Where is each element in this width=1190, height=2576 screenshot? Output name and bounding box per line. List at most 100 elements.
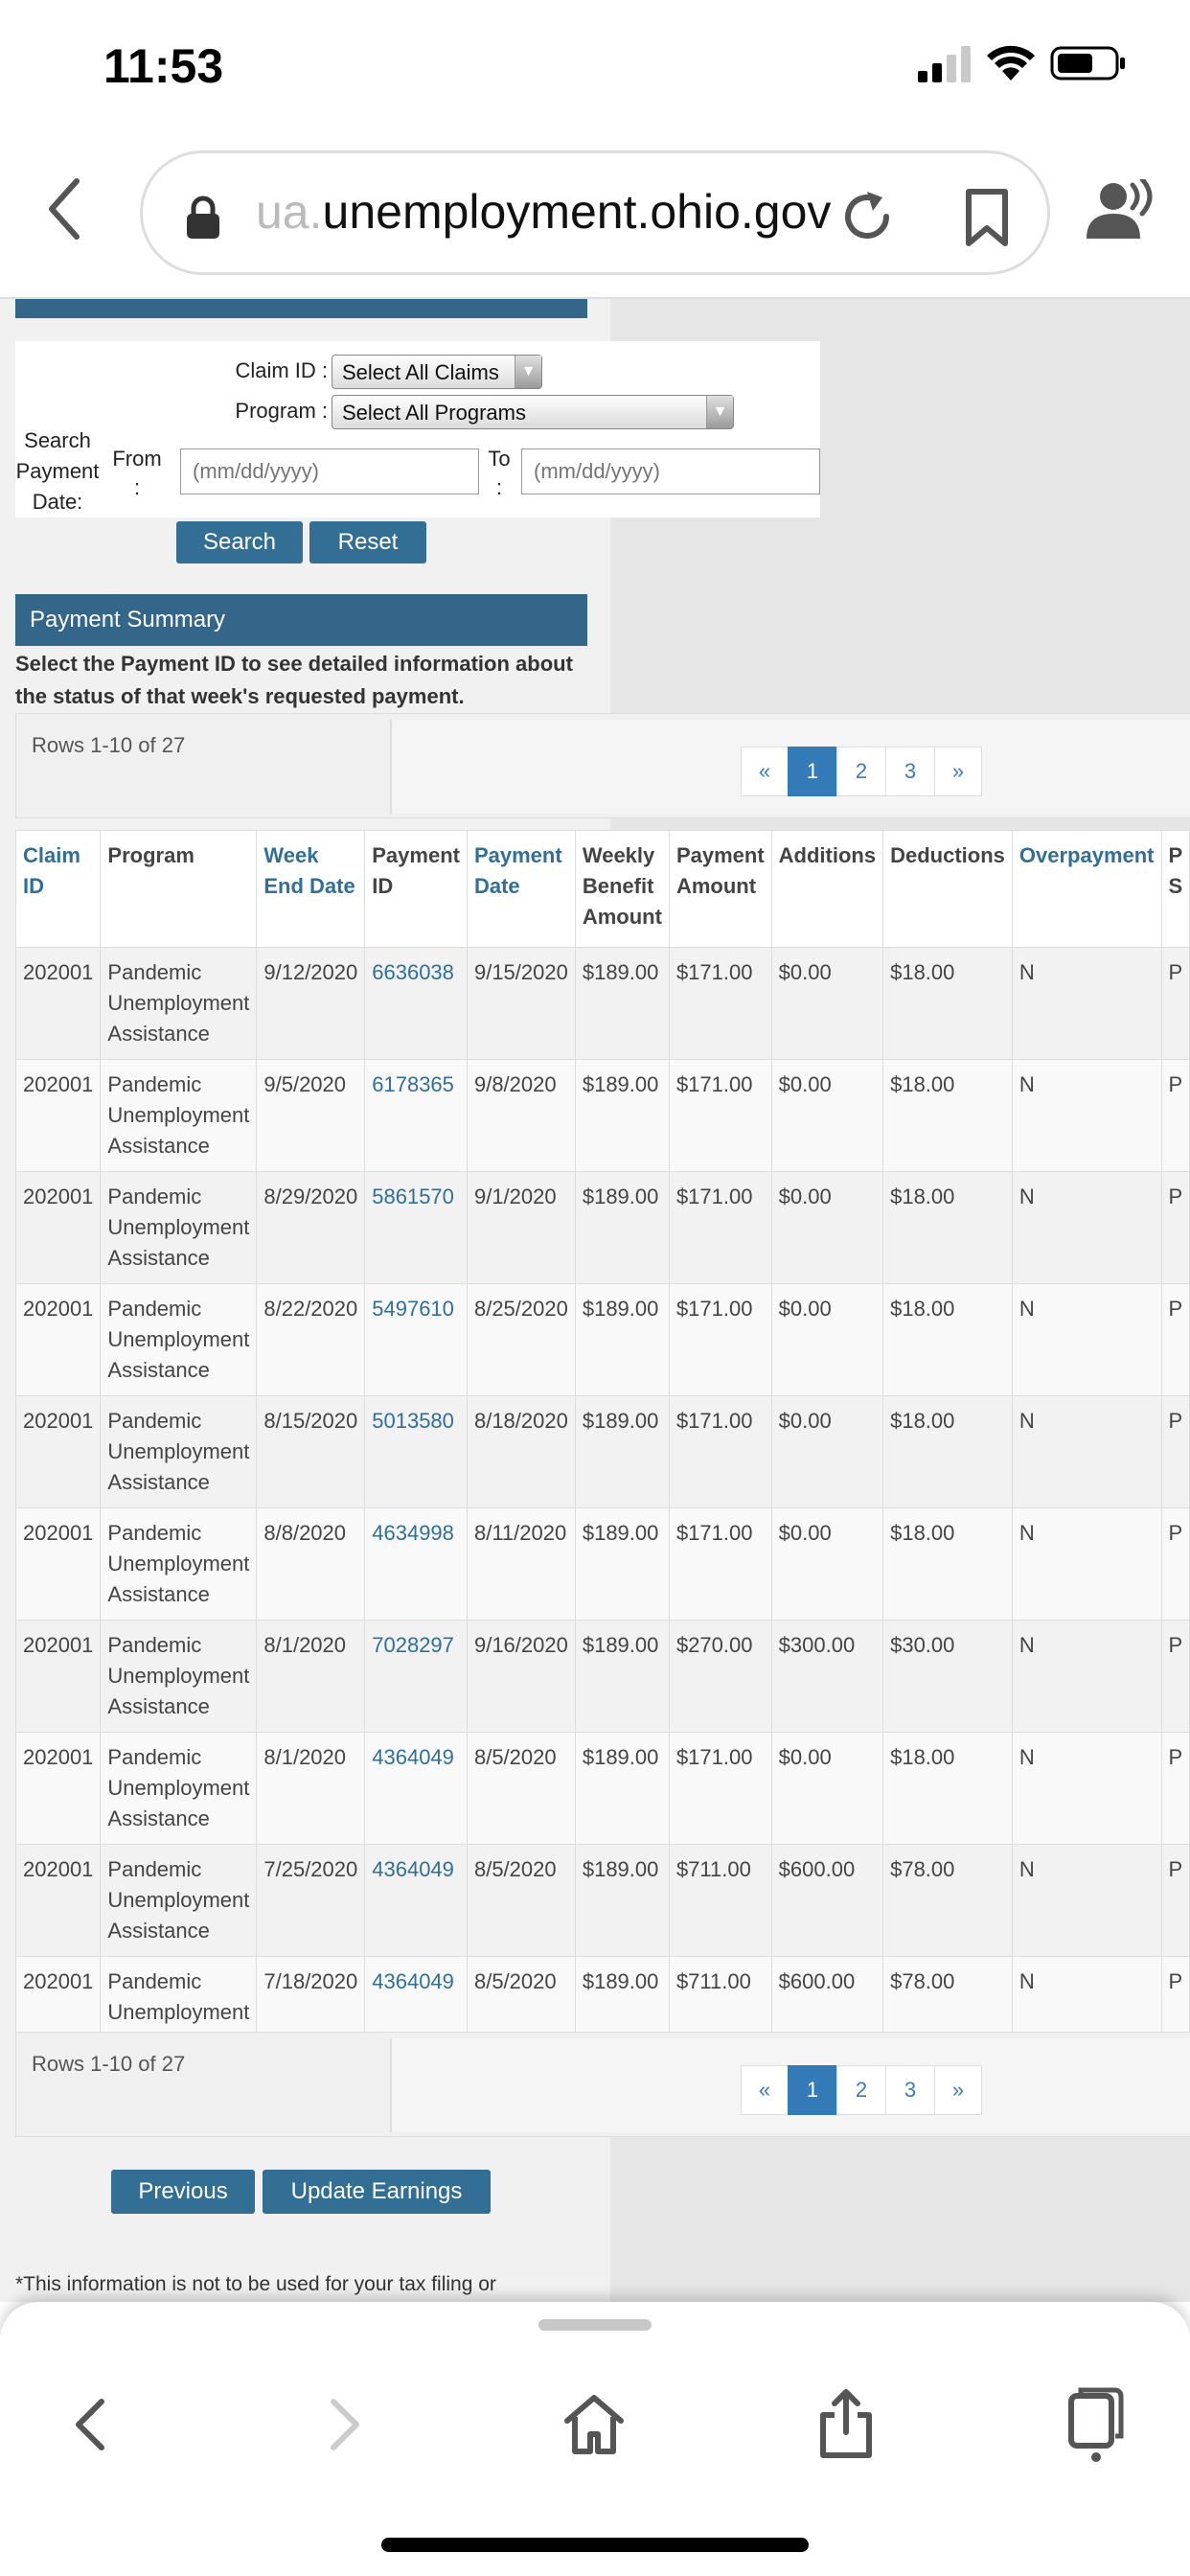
from-date-input[interactable]	[180, 448, 479, 494]
cell-deductions: $18.00	[882, 1732, 1013, 1845]
cell-payment-date: 9/16/2020	[466, 1620, 576, 1733]
cell-deductions: $18.00	[882, 1395, 1013, 1508]
program-text: Assistance	[107, 1358, 210, 1382]
page-next-button[interactable]: »	[934, 2065, 982, 2115]
cell-week-end-date: 8/22/2020	[256, 1283, 366, 1396]
reload-icon[interactable]	[838, 188, 896, 245]
share-icon[interactable]	[808, 2386, 884, 2463]
cell-weekly-benefit: $189.00	[574, 947, 670, 1060]
payment-id-link[interactable]: 4634998	[364, 1507, 468, 1621]
home-icon[interactable]	[556, 2386, 632, 2463]
payment-id-link[interactable]: 7028297	[364, 1620, 468, 1733]
cell-payment-status: P	[1160, 1732, 1190, 1845]
table-row: 202001 Pandemic Unemployment Assistance 8/1/…	[14, 1732, 1190, 1845]
header-text: Payment	[675, 843, 765, 867]
page-1-button[interactable]: 1	[788, 747, 837, 796]
payment-id-link[interactable]: 6178365	[364, 1059, 468, 1172]
cell-payment-status: P	[1160, 1283, 1190, 1396]
speaker-voice-icon[interactable]	[1083, 179, 1159, 242]
cellular-signal-icon	[918, 46, 971, 82]
page-2-button[interactable]: 2	[836, 747, 886, 796]
program-text: Unemployment	[107, 1327, 250, 1351]
cell-deductions: $18.00	[882, 1059, 1013, 1172]
program-text: Unemployment	[107, 1215, 250, 1239]
cell-payment-date: 8/25/2020	[466, 1283, 576, 1396]
header-program: Program	[100, 830, 258, 948]
table-row: 202001 Pandemic Unemployment Assistance 8/29…	[14, 1171, 1190, 1284]
cell-program: Pandemic Unemployment Assistance	[100, 1059, 258, 1172]
page-1-button[interactable]: 1	[788, 2065, 837, 2115]
payment-date-label: Search Payment Date:	[15, 426, 100, 518]
cell-additions: $300.00	[770, 1620, 884, 1733]
cell-payment-status: P	[1160, 1507, 1190, 1621]
nav-forward-icon[interactable]	[305, 2386, 381, 2463]
bookmark-icon[interactable]	[963, 188, 1011, 247]
claim-id-select-value: Select All Claims	[342, 360, 499, 384]
footer-disclaimer: *This information is not to be used for …	[15, 2273, 496, 2295]
program-text: Pandemic	[107, 960, 202, 984]
payment-id-link[interactable]: 5861570	[364, 1171, 468, 1284]
payment-id-link[interactable]: 6636038	[364, 947, 468, 1060]
cell-overpayment: N	[1011, 1395, 1162, 1508]
program-text: Pandemic	[107, 1521, 202, 1545]
payment-id-link[interactable]: 5013580	[364, 1395, 468, 1508]
cell-payment-amount: $171.00	[668, 947, 772, 1060]
header-payment-status: PS	[1160, 830, 1190, 948]
cell-program: Pandemic Unemployment Assistance	[100, 1732, 258, 1845]
update-earnings-button[interactable]: Update Earnings	[263, 2170, 491, 2214]
browser-bottom-toolbar	[0, 2302, 1190, 2576]
to-date-input[interactable]	[521, 448, 820, 494]
pagination-bottom: Rows 1-10 of 27 « 1 2 3 »	[15, 2032, 1190, 2137]
program-text: Assistance	[107, 1694, 210, 1718]
cell-payment-amount: $711.00	[668, 1844, 772, 1957]
header-payment-date[interactable]: Payment Date	[466, 830, 576, 948]
page-3-button[interactable]: 3	[885, 747, 935, 796]
payment-id-link[interactable]: 4364049	[364, 1732, 468, 1845]
cell-claim-id: 202001	[14, 1171, 102, 1284]
page-next-button[interactable]: »	[934, 747, 982, 796]
claim-id-select[interactable]: Select All Claims ▼	[332, 355, 542, 389]
tabs-icon[interactable]	[1058, 2386, 1134, 2463]
payment-id-link[interactable]: 5497610	[364, 1283, 468, 1396]
program-select[interactable]: Select All Programs ▼	[332, 395, 734, 429]
page-prev-button[interactable]: «	[741, 747, 789, 796]
url-text: ua.unemployment.ohio.gov	[256, 184, 831, 240]
previous-button[interactable]: Previous	[111, 2170, 255, 2214]
browser-toolbar: ua.unemployment.ohio.gov	[0, 129, 1190, 299]
address-bar[interactable]: ua.unemployment.ohio.gov	[140, 150, 1050, 275]
program-label: Program :	[235, 399, 328, 423]
cell-program: Pandemic Unemployment Assistance	[100, 1844, 258, 1957]
cell-deductions: $18.00	[882, 1283, 1013, 1396]
header-text: Weekly	[582, 843, 655, 867]
cell-deductions: $18.00	[882, 1171, 1013, 1284]
sheet-grabber[interactable]	[538, 2319, 652, 2331]
header-text: Payment	[372, 843, 460, 867]
browser-back-icon[interactable]	[44, 175, 82, 242]
search-button[interactable]: Search	[176, 521, 303, 564]
cell-week-end-date: 9/5/2020	[256, 1059, 366, 1172]
page-prev-button[interactable]: «	[741, 2065, 789, 2115]
cell-payment-status: P	[1160, 1844, 1190, 1957]
wifi-icon	[987, 45, 1035, 80]
program-text: Unemployment	[107, 1103, 250, 1127]
header-week-end-date[interactable]: Week End Date	[256, 830, 366, 948]
header-text: Benefit	[582, 874, 654, 898]
cell-weekly-benefit: $189.00	[574, 1844, 670, 1957]
cell-claim-id: 202001	[14, 1620, 102, 1733]
reset-button[interactable]: Reset	[309, 521, 426, 564]
payment-summary-header: Payment Summary	[15, 594, 587, 646]
cell-program: Pandemic Unemployment Assistance	[100, 1283, 258, 1396]
payment-id-link[interactable]: 4364049	[364, 1844, 468, 1957]
nav-back-icon[interactable]	[54, 2386, 130, 2463]
program-text: Unemployment	[107, 1776, 250, 1800]
cell-payment-amount: $171.00	[668, 1283, 772, 1396]
to-label-text: To	[488, 447, 511, 471]
cell-claim-id: 202001	[14, 1844, 102, 1957]
program-text: Pandemic	[107, 1184, 202, 1208]
page-2-button[interactable]: 2	[836, 2065, 886, 2115]
page-3-button[interactable]: 3	[885, 2065, 935, 2115]
header-text: Deductions	[890, 843, 1005, 867]
header-claim-id[interactable]: Claim ID	[14, 830, 102, 948]
url-faded: ua.	[256, 185, 323, 239]
header-overpayment[interactable]: Overpayment	[1011, 830, 1162, 948]
